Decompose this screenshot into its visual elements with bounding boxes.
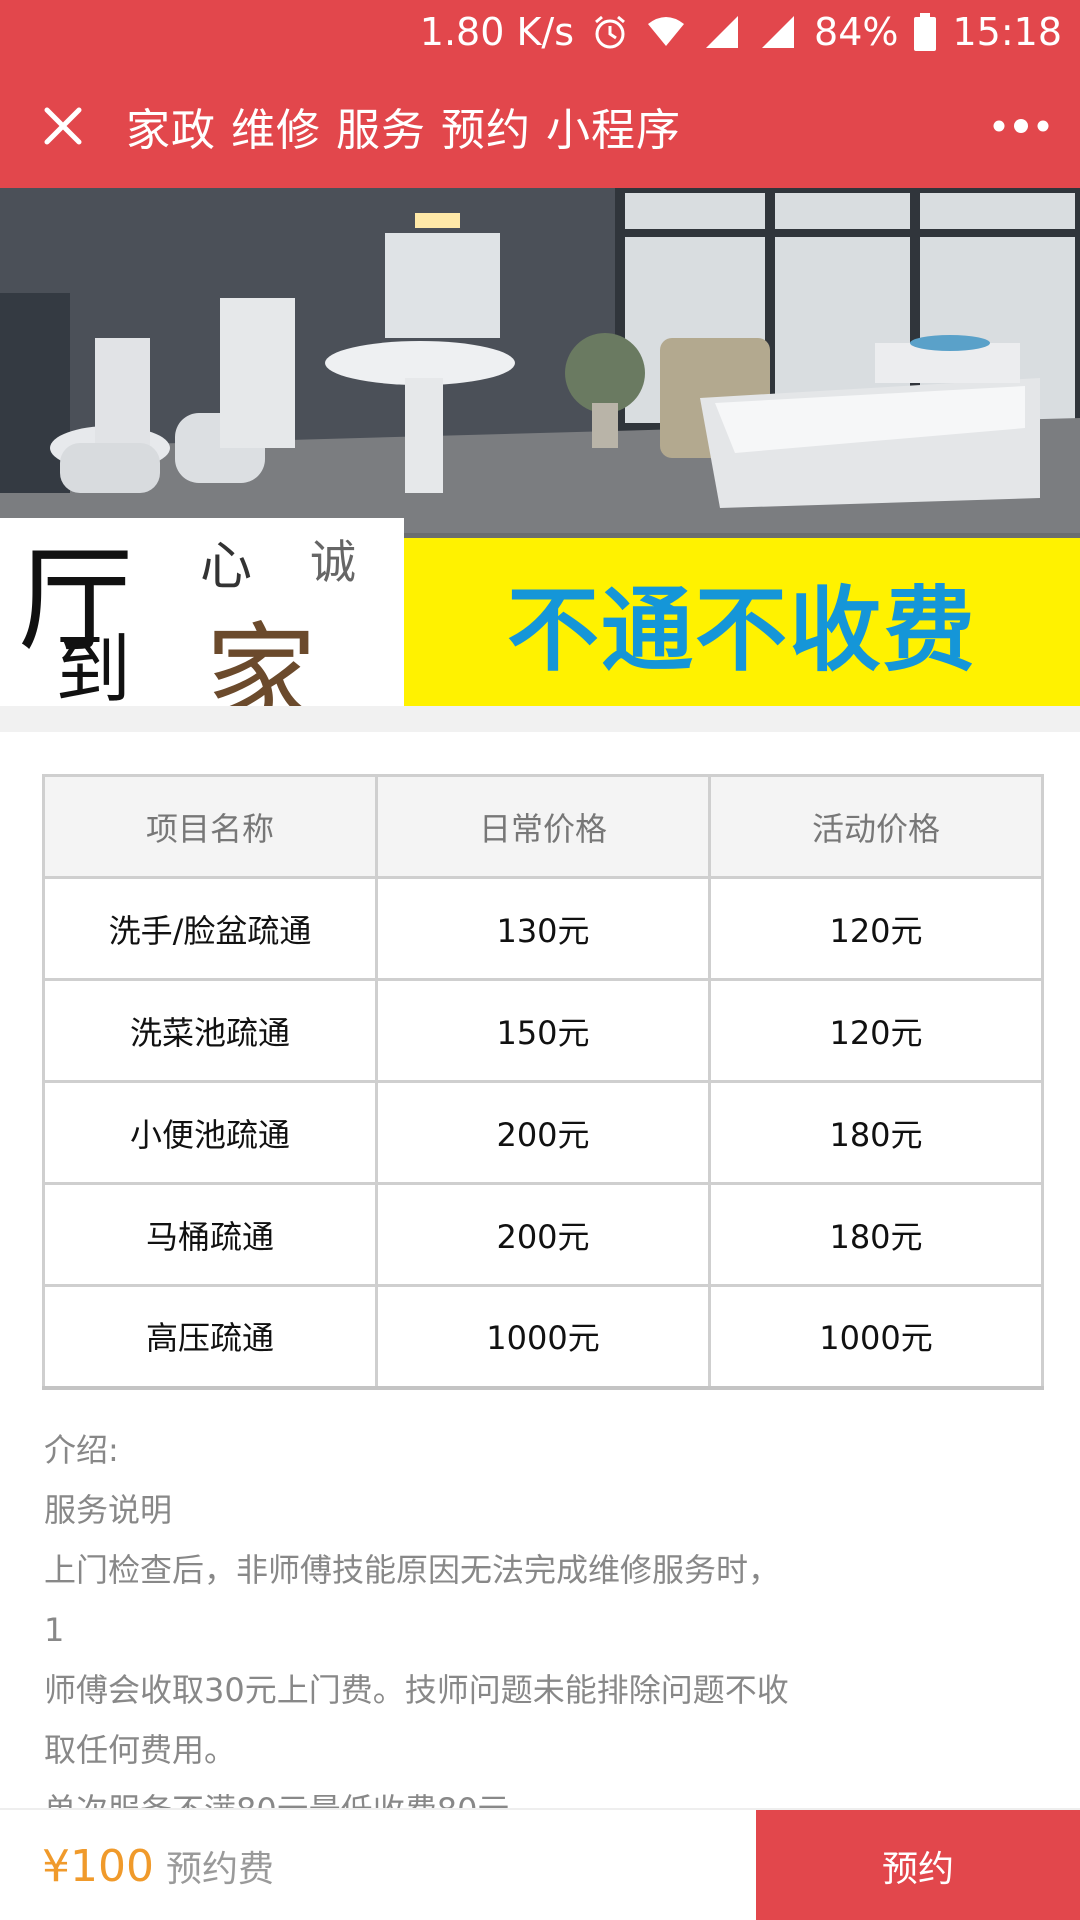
more-icon [993, 119, 1049, 133]
regular-price: 150元 [375, 978, 711, 1083]
promo-price: 180元 [708, 1182, 1044, 1287]
battery-icon [914, 13, 937, 51]
close-icon [44, 107, 82, 145]
promo-price: 120元 [708, 876, 1044, 981]
description-line: 介绍: [44, 1431, 119, 1469]
table-row: 小便池疏通 200元 180元 [42, 1080, 1044, 1185]
table-header-row: 项目名称 日常价格 活动价格 [42, 774, 1044, 879]
status-bar: 1.80 K/s 84% 15:18 [0, 0, 1080, 64]
section-divider [0, 706, 1080, 732]
bathroom-photo [0, 188, 1080, 533]
column-header: 项目名称 [42, 774, 378, 879]
regular-price: 200元 [375, 1182, 711, 1287]
logo-char: 到 [55, 625, 131, 706]
description-line: 上门检查后，非师傅技能原因无法完成维修服务时， [44, 1551, 781, 1589]
booking-fee-amount: ¥100 [42, 1840, 154, 1892]
item-name: 马桶疏通 [42, 1182, 378, 1287]
table-row: 马桶疏通 200元 180元 [42, 1182, 1044, 1287]
banner-image: 厅 心 诚 到 家 不通不收费 [0, 188, 1080, 706]
close-button[interactable] [0, 64, 126, 188]
book-button[interactable]: 预约 [756, 1810, 1080, 1920]
logo-char: 家 [205, 612, 317, 706]
signal-icon [758, 12, 798, 52]
item-name: 洗手/脸盆疏通 [42, 876, 378, 981]
bottom-action-bar: ¥100 预约费 预约 [0, 1808, 1080, 1920]
more-button[interactable] [992, 100, 1050, 152]
network-speed: 1.80 K/s [419, 10, 575, 54]
regular-price: 1000元 [375, 1284, 711, 1390]
alarm-icon [590, 12, 630, 52]
service-description: 介绍: 服务说明 上门检查后，非师傅技能原因无法完成维修服务时， 1 师傅会收取… [44, 1420, 1044, 1840]
item-name: 高压疏通 [42, 1284, 378, 1390]
column-header: 活动价格 [708, 774, 1044, 879]
signal-icon [702, 12, 742, 52]
logo-char: 诚 [310, 535, 356, 589]
table-row: 洗菜池疏通 150元 120元 [42, 978, 1044, 1083]
regular-price: 130元 [375, 876, 711, 981]
price-table: 项目名称 日常价格 活动价格 洗手/脸盆疏通 130元 120元 洗菜池疏通 1… [42, 774, 1044, 1390]
description-line: 师傅会收取30元上门费。技师问题未能排除问题不收 [44, 1671, 789, 1709]
table-row: 洗手/脸盆疏通 130元 120元 [42, 876, 1044, 981]
app-header: 家政 维修 服务 预约 小程序 [0, 64, 1080, 188]
column-header: 日常价格 [375, 774, 711, 879]
promo-slogan: 不通不收费 [506, 576, 977, 684]
wifi-icon [646, 12, 686, 52]
description-line: 服务说明 [44, 1491, 173, 1529]
description-line: 取任何费用。 [44, 1731, 237, 1769]
promo-price: 180元 [708, 1080, 1044, 1185]
promo-price: 1000元 [708, 1284, 1044, 1390]
booking-fee: ¥100 预约费 [42, 1810, 274, 1920]
promo-strip: 不通不收费 [404, 538, 1080, 706]
page-title: 家政 维修 服务 预约 小程序 [126, 105, 681, 156]
item-name: 洗菜池疏通 [42, 978, 378, 1083]
clock: 15:18 [952, 10, 1062, 54]
item-name: 小便池疏通 [42, 1080, 378, 1185]
battery-percent: 84% [814, 10, 899, 54]
regular-price: 200元 [375, 1080, 711, 1185]
booking-fee-label: 预约费 [165, 1849, 274, 1890]
table-row: 高压疏通 1000元 1000元 [42, 1284, 1044, 1390]
promo-price: 120元 [708, 978, 1044, 1083]
description-line: 1 [44, 1611, 65, 1649]
logo-panel: 厅 心 诚 到 家 [0, 518, 404, 706]
